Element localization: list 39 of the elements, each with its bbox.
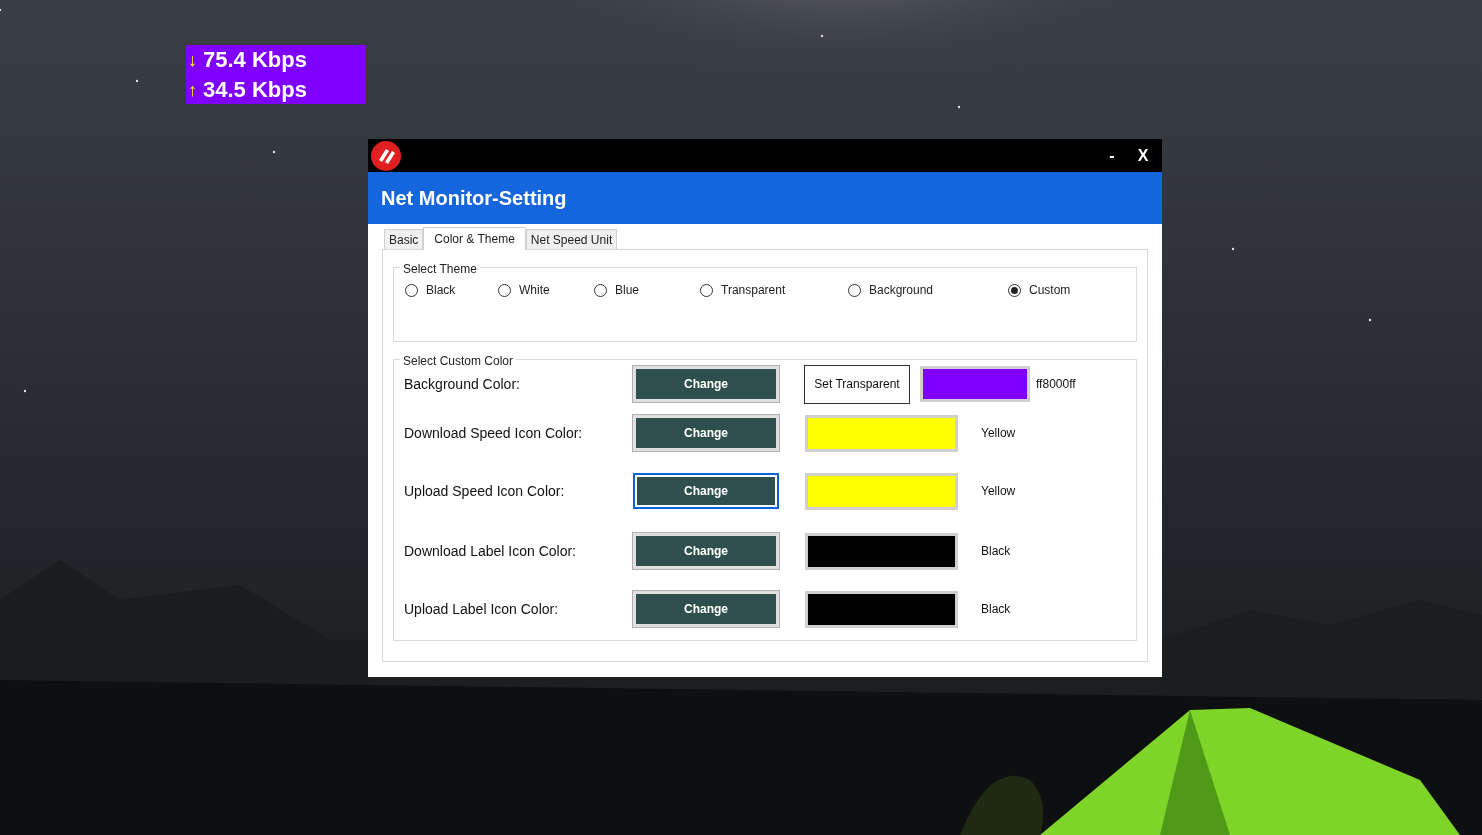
color-label: Upload Speed Icon Color: <box>404 481 566 501</box>
color-value: Black <box>981 543 1011 560</box>
window-title: Net Monitor-Setting <box>381 186 567 211</box>
radio-label: Black <box>426 282 456 299</box>
color-label: Upload Label Icon Color: <box>404 599 560 619</box>
radio-label: Transparent <box>721 282 786 299</box>
tab[interactable]: Color & Theme <box>423 227 526 250</box>
radio-label: White <box>519 282 550 299</box>
color-value: Black <box>981 601 1011 618</box>
tab[interactable]: Basic <box>384 229 424 249</box>
radio-label: Background <box>869 282 934 299</box>
radio-button[interactable] <box>498 283 511 297</box>
color-value: Yellow <box>981 483 1016 500</box>
speed-arrow: ↑ <box>188 78 197 102</box>
set-transparent-button[interactable]: Set Transparent <box>804 364 910 404</box>
radio-button[interactable] <box>848 283 861 297</box>
color-label: Download Label Icon Color: <box>404 541 577 561</box>
radio-label: Blue <box>615 282 640 299</box>
change-button[interactable]: Change <box>633 533 779 569</box>
speed-value: 34.5 Kbps <box>203 75 307 104</box>
radio-button[interactable] <box>700 283 713 297</box>
color-label: Download Speed Icon Color: <box>404 423 584 443</box>
color-label: Background Color: <box>404 374 521 394</box>
radio-button[interactable] <box>594 283 607 297</box>
app-logo-icon <box>370 139 402 172</box>
change-button[interactable]: Change <box>633 415 779 451</box>
speed-arrow: ↓ <box>188 48 197 72</box>
change-button[interactable]: Change <box>633 473 779 509</box>
speed-value: 75.4 Kbps <box>203 45 307 74</box>
change-button[interactable]: Change <box>633 591 779 627</box>
close-button[interactable]: X <box>1126 143 1160 168</box>
tab[interactable]: Net Speed Unit <box>525 229 618 249</box>
minimize-button[interactable]: - <box>1098 143 1126 168</box>
color-value: Yellow <box>981 425 1016 442</box>
radio-label: Custom <box>1029 282 1071 299</box>
change-button[interactable]: Change <box>633 366 779 402</box>
color-value: ff8000ff <box>1036 376 1076 393</box>
radio-button[interactable] <box>1008 283 1021 297</box>
radio-button[interactable] <box>405 283 418 297</box>
